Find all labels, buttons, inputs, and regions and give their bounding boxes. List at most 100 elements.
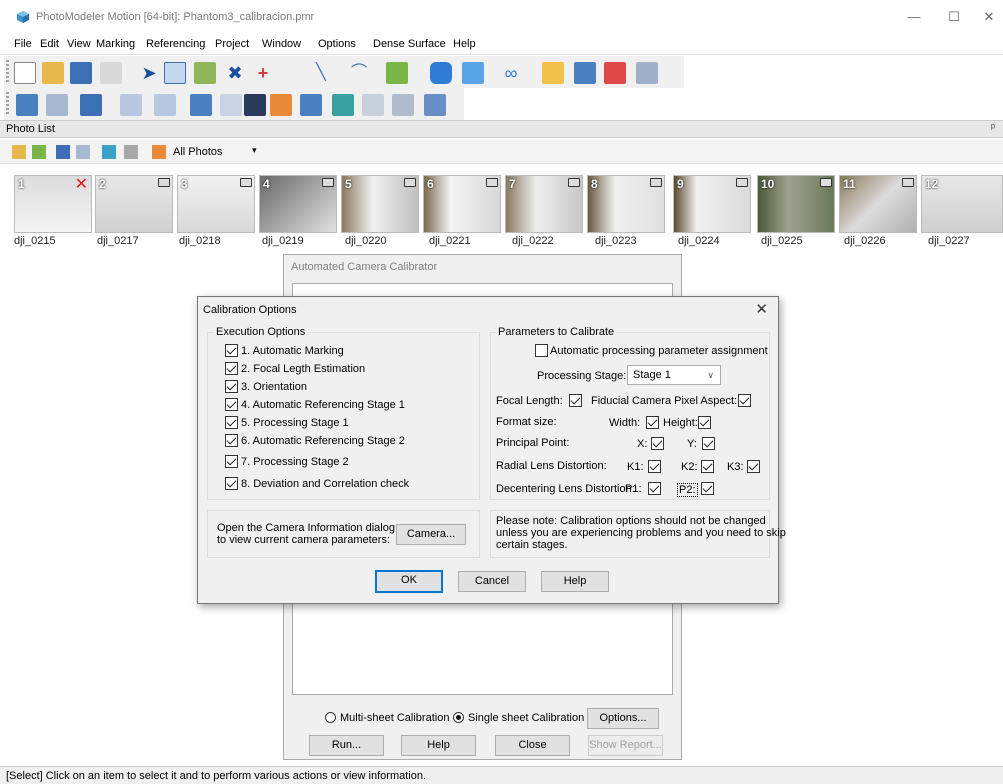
table-view-icon[interactable] <box>80 94 102 116</box>
photo-thumbnail[interactable]: 12 <box>921 175 1003 233</box>
k2-checkbox[interactable] <box>701 460 714 473</box>
remove-photo-icon[interactable] <box>32 145 46 159</box>
ref-icon[interactable] <box>362 94 384 116</box>
k3-checkbox[interactable] <box>747 460 760 473</box>
select-region-icon[interactable] <box>164 62 186 84</box>
photo-thumbnail[interactable]: 7 <box>505 175 583 233</box>
menu-view[interactable]: View <box>67 38 91 50</box>
processing-stage1-checkbox[interactable] <box>225 416 238 429</box>
cascade-icon[interactable] <box>154 94 176 116</box>
add-point-icon[interactable]: + <box>252 62 274 84</box>
tile-icon[interactable] <box>120 94 142 116</box>
edge-icon[interactable] <box>462 62 484 84</box>
curve-icon[interactable]: ⌒ <box>348 62 370 84</box>
auto-referencing-stage2-checkbox[interactable] <box>225 434 238 447</box>
photo-filter-icon[interactable] <box>152 145 166 159</box>
deviation-correlation-checkbox[interactable] <box>225 477 238 490</box>
split-icon[interactable] <box>220 94 242 116</box>
export-icon[interactable] <box>636 62 658 84</box>
multi-select-icon[interactable] <box>194 62 216 84</box>
photo-thumbnail[interactable]: 4 <box>259 175 337 233</box>
p2-checkbox[interactable] <box>701 482 714 495</box>
photo-thumbnail[interactable]: 11 <box>839 175 917 233</box>
cylinder-icon[interactable] <box>430 62 452 84</box>
photo-filter-dropdown[interactable]: All Photos <box>173 146 223 158</box>
single-sheet-radio[interactable] <box>453 712 464 723</box>
menu-marking[interactable]: Marking <box>96 38 135 50</box>
toolbar-grip[interactable] <box>6 92 9 116</box>
photo-thumbnail[interactable]: 3 <box>177 175 255 233</box>
toolbar-grip[interactable] <box>6 60 9 84</box>
camera-button[interactable]: Camera... <box>396 524 466 545</box>
minimize-button[interactable]: — <box>900 6 928 28</box>
multi-sheet-radio[interactable] <box>325 712 336 723</box>
auto-parameter-assignment-checkbox[interactable] <box>535 344 548 357</box>
grid-icon[interactable] <box>244 94 266 116</box>
focal-length-checkbox[interactable] <box>569 394 582 407</box>
orientation-checkbox[interactable] <box>225 380 238 393</box>
cancel-button[interactable]: Cancel <box>458 571 526 592</box>
pin-icon[interactable]: ᵖ <box>991 122 995 134</box>
height-checkbox[interactable] <box>698 416 711 429</box>
save-icon[interactable] <box>70 62 92 84</box>
line-icon[interactable]: ╲ <box>310 62 332 84</box>
options-button[interactable]: Options... <box>587 708 659 729</box>
principal-x-checkbox[interactable] <box>651 437 664 450</box>
fiducial-checkbox[interactable] <box>738 394 751 407</box>
3d-view-icon[interactable] <box>46 94 68 116</box>
show-report-button[interactable]: Show Report... <box>588 735 663 756</box>
photo-thumbnail[interactable]: 10 <box>757 175 835 233</box>
photo-thumbnail[interactable]: 2 <box>95 175 173 233</box>
small-thumbs-icon[interactable] <box>124 145 138 159</box>
add-photo-icon[interactable] <box>12 145 26 159</box>
k1-checkbox[interactable] <box>648 460 661 473</box>
dialog-close-icon[interactable]: ✕ <box>755 300 768 318</box>
photo-view-icon[interactable] <box>16 94 38 116</box>
photo-properties-icon[interactable] <box>56 145 70 159</box>
photo-thumbnail[interactable]: 1 ✕ <box>14 175 92 233</box>
open-folder-icon[interactable] <box>42 62 64 84</box>
auto-referencing-stage1-checkbox[interactable] <box>225 398 238 411</box>
calibrator-help-button[interactable]: Help <box>401 735 476 756</box>
run-button[interactable]: Run... <box>309 735 384 756</box>
delete-icon[interactable]: ✖ <box>224 62 246 84</box>
dialog-help-button[interactable]: Help <box>541 571 609 592</box>
quality-icon[interactable] <box>392 94 414 116</box>
measure-icon[interactable] <box>542 62 564 84</box>
window-close-button[interactable]: ✕ <box>975 6 1003 28</box>
menu-dense-surface[interactable]: Dense Surface <box>373 38 446 50</box>
processing-stage2-checkbox[interactable] <box>225 455 238 468</box>
report-icon[interactable] <box>270 94 292 116</box>
menu-project[interactable]: Project <box>215 38 249 50</box>
layout-icon[interactable] <box>190 94 212 116</box>
photo-table-icon[interactable] <box>332 94 354 116</box>
undo-icon[interactable] <box>100 62 122 84</box>
photo-info-icon[interactable] <box>76 145 90 159</box>
menu-referencing[interactable]: Referencing <box>146 38 205 50</box>
new-project-icon[interactable] <box>14 62 36 84</box>
large-thumbs-icon[interactable] <box>102 145 116 159</box>
process-icon[interactable] <box>604 62 626 84</box>
menu-edit[interactable]: Edit <box>40 38 59 50</box>
camera-icon[interactable] <box>300 94 322 116</box>
settings-icon[interactable] <box>424 94 446 116</box>
photo-thumbnail[interactable]: 6 <box>423 175 501 233</box>
processing-stage-select[interactable]: Stage 1 ∨ <box>627 365 721 385</box>
link-icon[interactable]: ∞ <box>500 62 522 84</box>
photo-thumbnail[interactable]: 5 <box>341 175 419 233</box>
surface-icon[interactable] <box>386 62 408 84</box>
maximize-button[interactable]: ☐ <box>940 6 968 28</box>
principal-y-checkbox[interactable] <box>702 437 715 450</box>
focal-length-estimation-checkbox[interactable] <box>225 362 238 375</box>
select-cursor-icon[interactable]: ➤ <box>138 62 160 84</box>
menu-help[interactable]: Help <box>453 38 476 50</box>
menu-options[interactable]: Options <box>318 38 356 50</box>
photo-thumbnail[interactable]: 8 <box>587 175 665 233</box>
menu-file[interactable]: File <box>14 38 32 50</box>
p1-checkbox[interactable] <box>648 482 661 495</box>
table-icon[interactable] <box>574 62 596 84</box>
chevron-down-icon[interactable]: ▾ <box>252 145 257 156</box>
ok-button[interactable]: OK <box>375 570 443 593</box>
photo-thumbnail[interactable]: 9 <box>673 175 751 233</box>
menu-window[interactable]: Window <box>262 38 301 50</box>
